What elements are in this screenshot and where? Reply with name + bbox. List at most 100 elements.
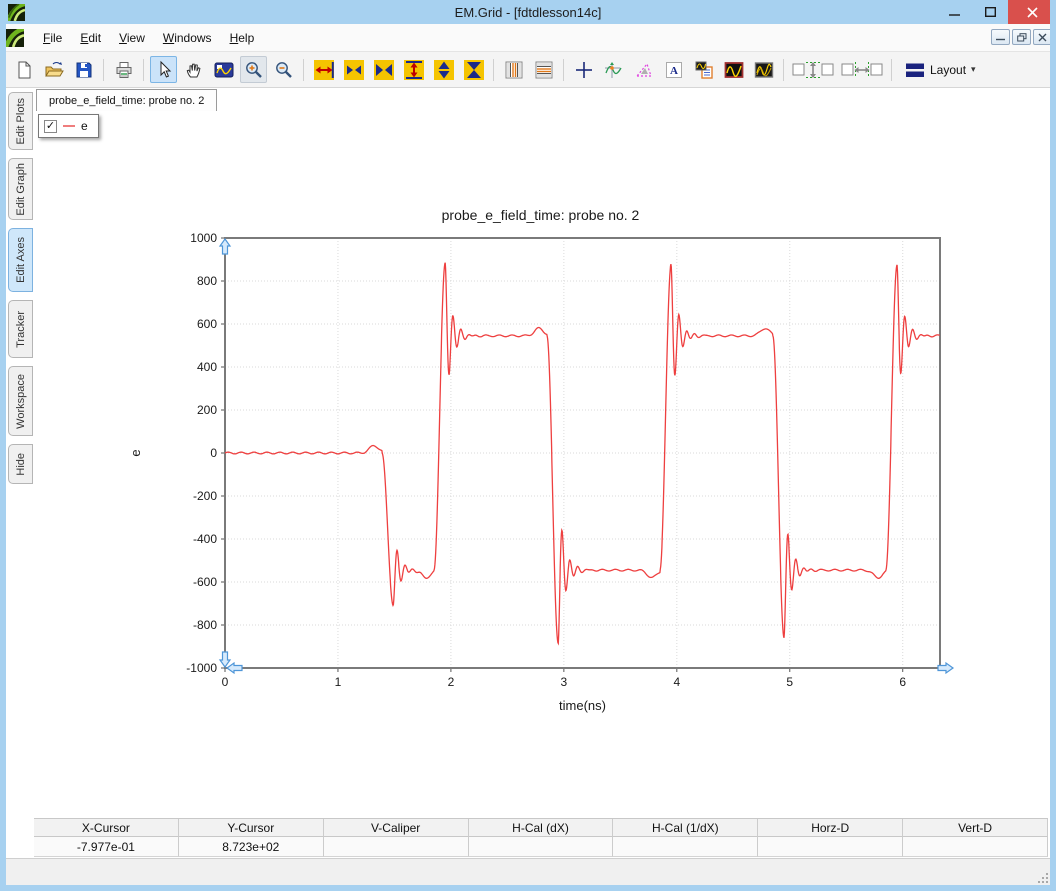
x-tick-label: 6 bbox=[899, 675, 906, 689]
horizontal-markers-button[interactable] bbox=[530, 56, 557, 83]
menu-windows[interactable]: Windows bbox=[154, 27, 221, 49]
axis-handle-top-icon bbox=[220, 239, 230, 254]
plot-report-icon bbox=[694, 60, 714, 80]
cross-marker-icon bbox=[574, 60, 594, 80]
mdi-minimize-button[interactable] bbox=[991, 29, 1010, 45]
show-curves-button[interactable] bbox=[750, 56, 777, 83]
expand-y-button[interactable] bbox=[400, 56, 427, 83]
y-tick-label: 1000 bbox=[190, 231, 217, 245]
y-tick-label: 0 bbox=[210, 446, 217, 460]
document-tab[interactable]: probe_e_field_time: probe no. 2 bbox=[36, 89, 217, 111]
y-tick-label: -200 bbox=[193, 489, 217, 503]
dropdown-caret-icon: ▾ bbox=[971, 64, 976, 75]
zoom-out-icon bbox=[274, 60, 294, 80]
plot-report-button[interactable] bbox=[690, 56, 717, 83]
mdi-close-button[interactable] bbox=[1033, 29, 1052, 45]
cursor-header-v-caliper: V-Caliper bbox=[324, 819, 469, 837]
sidebar-tab-edit-axes[interactable]: Edit Axes bbox=[8, 228, 33, 292]
shrink-y-button[interactable] bbox=[460, 56, 487, 83]
sidebar-tab-label: Hide bbox=[15, 453, 27, 476]
pan-button[interactable] bbox=[180, 56, 207, 83]
menu: FileEditViewWindowsHelp bbox=[34, 27, 263, 49]
x-tick-label: 5 bbox=[786, 675, 793, 689]
chart-area[interactable]: 012345610008006004002000-200-400-600-800… bbox=[100, 188, 980, 728]
minimize-button[interactable] bbox=[936, 0, 972, 24]
annotation-button[interactable]: A bbox=[660, 56, 687, 83]
x-tick-label: 4 bbox=[673, 675, 680, 689]
zoom-in-button[interactable] bbox=[240, 56, 267, 83]
legend-checkbox[interactable]: ✓ bbox=[44, 120, 57, 133]
print-button[interactable] bbox=[110, 56, 137, 83]
shrink-y-icon bbox=[464, 60, 484, 80]
stretch-x-button[interactable] bbox=[340, 56, 367, 83]
sidebar-tab-hide[interactable]: Hide bbox=[8, 444, 33, 484]
horizontal-markers-icon bbox=[534, 60, 554, 80]
y-tick-label: 600 bbox=[197, 317, 217, 331]
space-vertically-icon bbox=[791, 60, 835, 80]
toolbar-separator bbox=[493, 59, 494, 81]
x-axis-label: time(ns) bbox=[559, 698, 606, 713]
expand-x-icon bbox=[314, 60, 334, 80]
axis-handle-left-icon bbox=[227, 663, 242, 673]
stretch-y-button[interactable] bbox=[430, 56, 457, 83]
sidebar-tab-label: Tracker bbox=[15, 311, 27, 348]
sidebar-tab-label: Edit Axes bbox=[15, 237, 27, 283]
y-tick-label: 800 bbox=[197, 274, 217, 288]
sidebar-tab-label: Edit Plots bbox=[15, 98, 27, 144]
cursor-value-vert-d bbox=[903, 837, 1048, 857]
menu-edit[interactable]: Edit bbox=[71, 27, 110, 49]
cursor-value-h-cal-dx- bbox=[469, 837, 614, 857]
shrink-x-button[interactable] bbox=[370, 56, 397, 83]
x-tick-label: 1 bbox=[335, 675, 342, 689]
sidebar-tab-tracker[interactable]: Tracker bbox=[8, 300, 33, 358]
caliper-button[interactable] bbox=[630, 56, 657, 83]
cursor-value-x-cursor: -7.977e-01 bbox=[34, 837, 179, 857]
cursor-value-y-cursor: 8.723e+02 bbox=[179, 837, 324, 857]
window-title: EM.Grid - [fdtdlesson14c] bbox=[0, 5, 1056, 20]
mdi-restore-button[interactable] bbox=[1012, 29, 1031, 45]
tracker-button[interactable] bbox=[600, 56, 627, 83]
sidebar-tab-edit-plots[interactable]: Edit Plots bbox=[8, 92, 33, 150]
vertical-markers-icon bbox=[504, 60, 524, 80]
show-curve-button[interactable] bbox=[720, 56, 747, 83]
app-logo-icon bbox=[6, 29, 24, 47]
y-tick-label: 200 bbox=[197, 403, 217, 417]
layout-button[interactable]: Layout▾ bbox=[898, 56, 983, 83]
vertical-markers-button[interactable] bbox=[500, 56, 527, 83]
sidebar-tab-workspace[interactable]: Workspace bbox=[8, 366, 33, 436]
save-button[interactable] bbox=[70, 56, 97, 83]
annotation-icon: A bbox=[664, 60, 684, 80]
stretch-y-icon bbox=[434, 60, 454, 80]
cursor-header-x-cursor: X-Cursor bbox=[34, 819, 179, 837]
maximize-button[interactable] bbox=[972, 0, 1008, 24]
space-vertically-button[interactable] bbox=[790, 56, 836, 83]
cursor-value-h-cal-1-dx- bbox=[613, 837, 758, 857]
resize-grip[interactable] bbox=[1036, 871, 1048, 883]
zoom-in-icon bbox=[244, 60, 264, 80]
zoom-out-button[interactable] bbox=[270, 56, 297, 83]
toolbar-separator bbox=[303, 59, 304, 81]
menu-view[interactable]: View bbox=[110, 27, 154, 49]
new-button[interactable] bbox=[10, 56, 37, 83]
plot-title: probe_e_field_time: probe no. 2 bbox=[442, 207, 640, 223]
open-button[interactable] bbox=[40, 56, 67, 83]
new-icon bbox=[14, 60, 34, 80]
x-tick-label: 2 bbox=[448, 675, 455, 689]
cursor-header-horz-d: Horz-D bbox=[758, 819, 903, 837]
tracker-icon bbox=[604, 60, 624, 80]
zoom-window-button[interactable] bbox=[210, 56, 237, 83]
print-icon bbox=[114, 60, 134, 80]
menu-help[interactable]: Help bbox=[221, 27, 264, 49]
y-tick-label: -800 bbox=[193, 618, 217, 632]
expand-x-button[interactable] bbox=[310, 56, 337, 83]
close-button[interactable] bbox=[1008, 0, 1056, 24]
expand-y-icon bbox=[404, 60, 424, 80]
sidebar-tab-edit-graph[interactable]: Edit Graph bbox=[8, 158, 33, 220]
document-tab-label: probe_e_field_time: probe no. 2 bbox=[49, 95, 204, 107]
menu-file[interactable]: File bbox=[34, 27, 71, 49]
space-horizontally-button[interactable] bbox=[839, 56, 885, 83]
toolbar: A Layout▾ bbox=[0, 52, 1056, 88]
cross-marker-button[interactable] bbox=[570, 56, 597, 83]
legend-box: ✓ e bbox=[38, 114, 99, 138]
pointer-button[interactable] bbox=[150, 56, 177, 83]
